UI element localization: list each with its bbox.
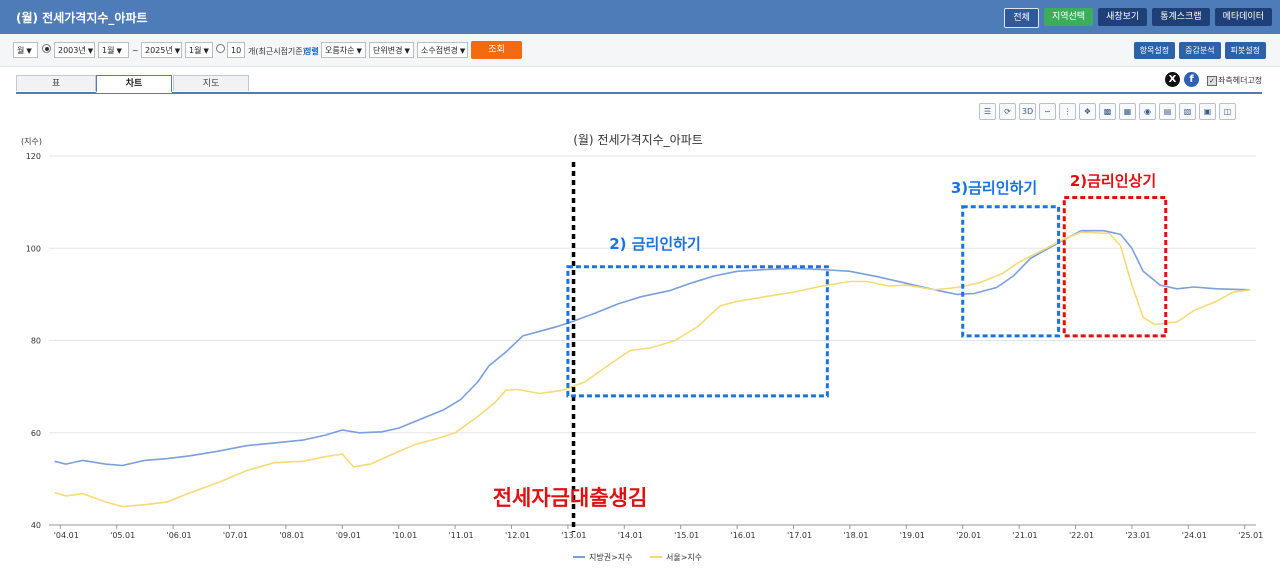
x-tick-label: '17.01 [787,531,812,540]
x-tick-label: '05.01 [110,531,135,540]
legend-label: 지방권>지수 [589,552,633,562]
x-tick-label: '04.01 [54,531,79,540]
rate-cut-1-box [566,265,829,398]
x-tick-label: '15.01 [674,531,699,540]
rate-hike-label: 2)금리인상기 [1070,172,1156,190]
x-tick-label: '18.01 [843,531,868,540]
x-tick-label: '14.01 [618,531,643,540]
rate-cut-2-label: 3)금리인하기 [951,179,1037,197]
chart-legend: 지방권>지수 서울>지수 [573,552,702,562]
x-tick-label: '06.01 [167,531,192,540]
chart-axes: 40 60 80 100 120 '04.01 '05.01 '06.01 '07.01 '08.… [26,152,1264,540]
x-tick-label: '07.01 [223,531,248,540]
rate-cut-2-box [961,205,1061,338]
y-axis-label: (지수) [21,137,42,146]
x-tick-label: '19.01 [900,531,925,540]
series-line-seoul [54,231,1251,508]
chart-title: (월) 전세가격지수_아파트 [573,133,703,147]
y-tick-label: 80 [31,337,41,346]
x-tick-label: '24.01 [1182,531,1207,540]
chart-annotations: 전세자금대출생김 2) 금리인하기 3)금리인하기 2)금리인상기 [493,162,1168,532]
x-tick-label: '13.01 [561,531,586,540]
x-tick-label: '22.01 [1069,531,1094,540]
x-tick-label: '08.01 [279,531,304,540]
loan-annotation-text: 전세자금대출생김 [493,486,648,510]
chart-grid [49,155,1256,526]
chart-lines [54,229,1251,508]
rate-hike-box [1062,196,1168,338]
rate-cut-1-label: 2) 금리인하기 [609,235,701,253]
x-tick-label: '20.01 [956,531,981,540]
x-tick-label: '21.01 [1013,531,1038,540]
y-tick-label: 120 [26,152,41,161]
x-tick-label: '12.01 [505,531,530,540]
y-tick-label: 100 [26,244,41,253]
x-tick-label: '16.01 [731,531,756,540]
y-tick-label: 60 [31,429,41,438]
x-tick-label: '10.01 [392,531,417,540]
x-tick-label: '09.01 [336,531,361,540]
x-tick-label: '25.01 [1238,531,1263,540]
x-tick-label: '11.01 [449,531,474,540]
x-tick-label: '23.01 [1125,531,1150,540]
y-tick-label: 40 [31,521,41,530]
price-index-chart: (월) 전세가격지수_아파트 (지수) 40 60 80 100 120 '04.01 '0… [21,133,1264,562]
legend-label: 서울>지수 [666,553,702,562]
